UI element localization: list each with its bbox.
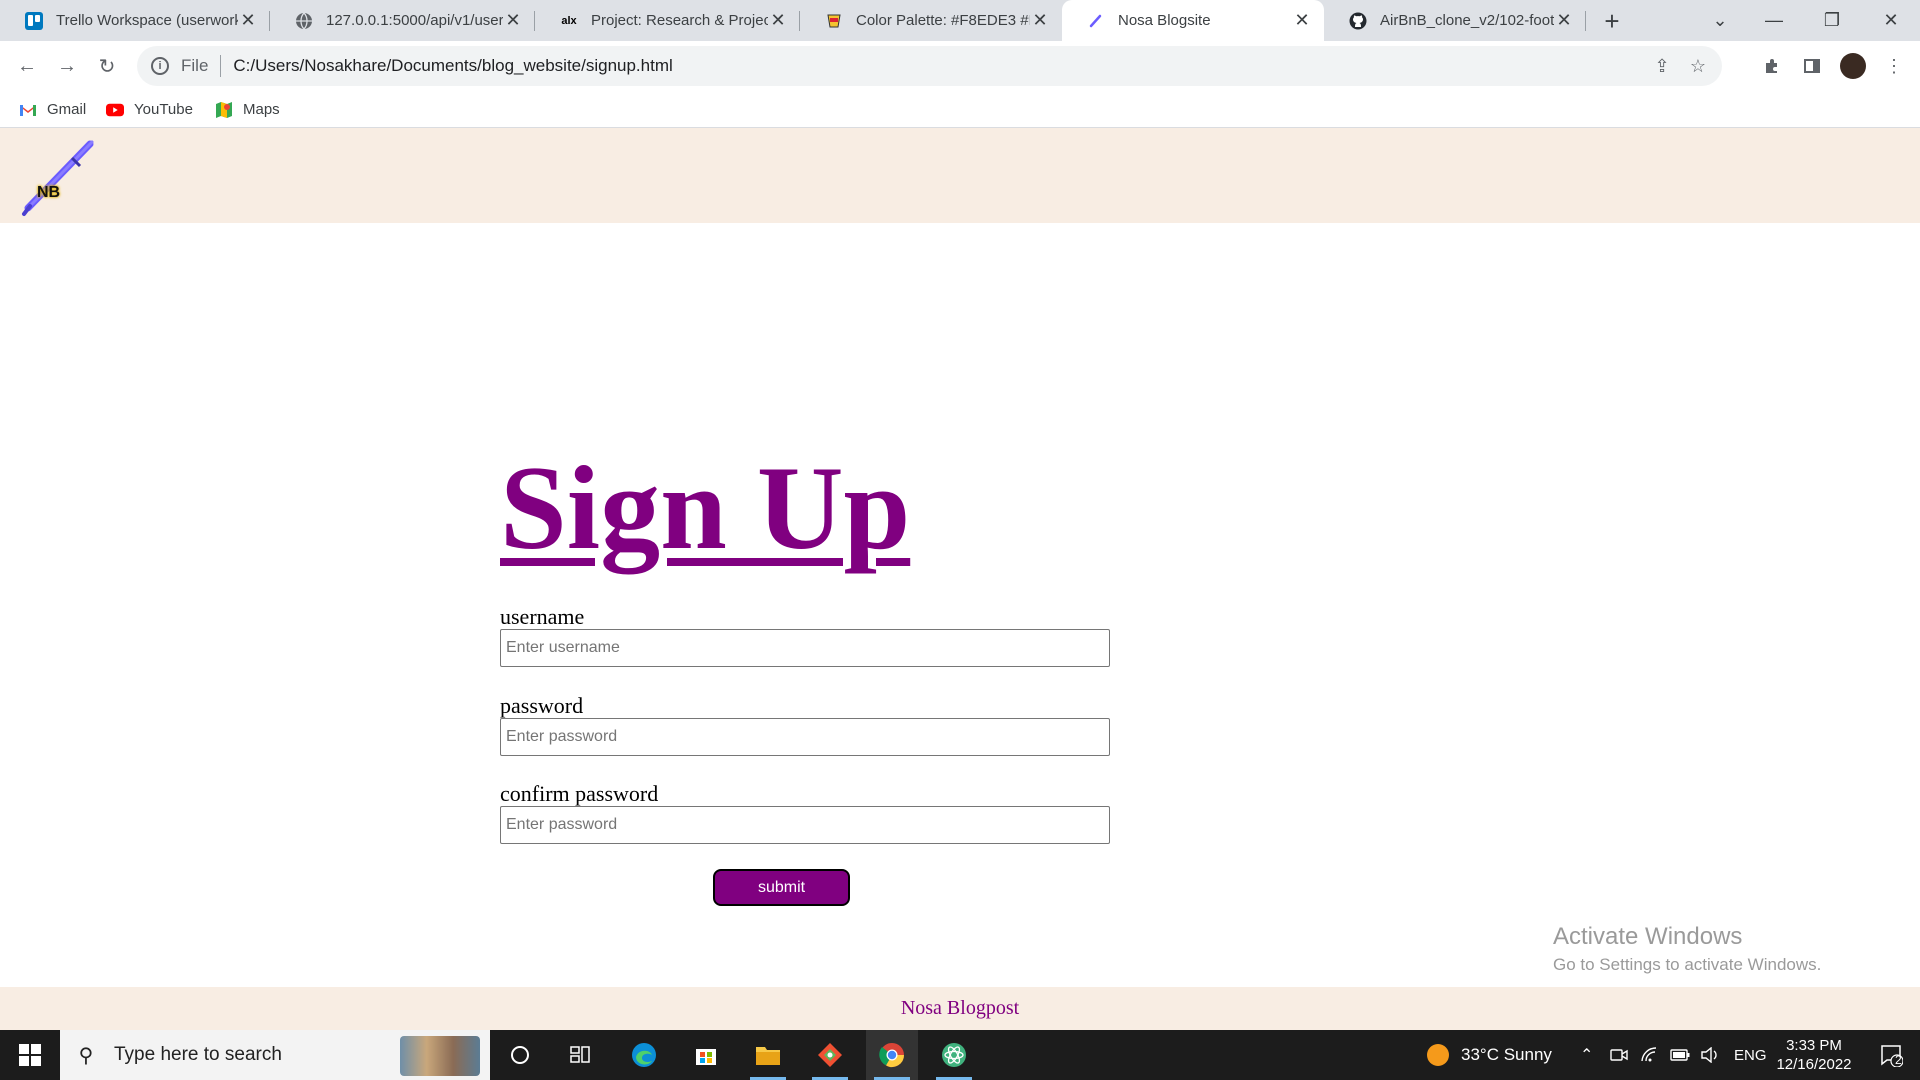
github-icon xyxy=(1348,11,1368,31)
git-client-icon[interactable] xyxy=(804,1030,856,1080)
bookmark-maps[interactable]: Maps xyxy=(215,91,280,128)
battery-icon[interactable] xyxy=(1670,1030,1690,1080)
task-view-icon[interactable] xyxy=(554,1030,606,1080)
more-menu-icon[interactable]: ⋮ xyxy=(1878,50,1910,82)
search-placeholder: Type here to search xyxy=(114,1044,282,1065)
search-icon: ⚲ xyxy=(78,1044,94,1067)
close-icon[interactable]: ✕ xyxy=(768,10,788,31)
alx-icon: alx xyxy=(561,14,577,27)
clock-date: 12/16/2022 xyxy=(1776,1056,1852,1073)
page-title: Sign Up xyxy=(500,441,911,574)
globe-icon xyxy=(294,11,314,31)
tab-label: Trello Workspace (userwork xyxy=(56,12,238,29)
confirm-password-input[interactable] xyxy=(500,806,1110,844)
cortana-icon[interactable] xyxy=(494,1030,546,1080)
close-icon[interactable]: ✕ xyxy=(1292,10,1312,31)
close-icon[interactable]: ✕ xyxy=(238,10,258,31)
url-text[interactable]: C:/Users/Nosakhare/Documents/blog_websit… xyxy=(233,56,1644,76)
forward-button[interactable]: → xyxy=(51,50,83,82)
microsoft-store-icon[interactable] xyxy=(680,1030,732,1080)
reload-button[interactable]: ↻ xyxy=(91,50,123,82)
gmail-icon xyxy=(19,101,37,119)
palette-icon xyxy=(824,11,844,31)
youtube-icon xyxy=(106,101,124,119)
submit-button[interactable]: submit xyxy=(713,869,850,906)
password-input[interactable] xyxy=(500,718,1110,756)
new-tab-button[interactable]: + xyxy=(1597,6,1627,36)
search-highlight-image xyxy=(400,1036,480,1076)
atom-editor-icon[interactable] xyxy=(928,1030,980,1080)
tab-color-palette[interactable]: Color Palette: #F8EDE3 #DF ✕ xyxy=(800,0,1062,41)
activate-windows-watermark: Activate Windows Go to Settings to activ… xyxy=(1553,925,1821,975)
system-clock[interactable]: 3:33 PM 12/16/2022 xyxy=(1768,1036,1860,1074)
site-header: NB xyxy=(0,128,1920,223)
browser-toolbar: ← → ↻ i File C:/Users/Nosakhare/Document… xyxy=(0,41,1920,91)
tab-airbnb-clone[interactable]: AirBnB_clone_v2/102-foote ✕ xyxy=(1324,0,1586,41)
window-close-button[interactable]: ✕ xyxy=(1862,0,1920,41)
profile-avatar[interactable] xyxy=(1840,53,1866,79)
web-page: NB Sign Up username password confirm pas… xyxy=(0,128,1920,1030)
tab-trello[interactable]: Trello Workspace (userwork ✕ xyxy=(0,0,270,41)
clock-time: 3:33 PM xyxy=(1786,1037,1842,1054)
back-button[interactable]: ← xyxy=(11,50,43,82)
logo-text: NB xyxy=(37,184,61,201)
sun-icon xyxy=(1427,1044,1449,1066)
bookmark-youtube[interactable]: YouTube xyxy=(106,91,193,128)
trello-icon xyxy=(24,11,44,31)
tab-search-chevron-icon[interactable]: ⌄ xyxy=(1691,0,1749,41)
address-bar[interactable]: i File C:/Users/Nosakhare/Documents/blog… xyxy=(137,46,1722,86)
taskbar-search-box[interactable]: ⚲ Type here to search xyxy=(60,1030,490,1080)
password-label: password xyxy=(500,693,584,718)
show-hidden-icons-chevron-icon[interactable]: ⌃ xyxy=(1580,1030,1593,1080)
tab-label: 127.0.0.1:5000/api/v1/users xyxy=(326,12,503,29)
weather-widget[interactable]: 33°C Sunny xyxy=(1425,1030,1552,1080)
close-icon[interactable]: ✕ xyxy=(1554,10,1574,31)
chrome-icon[interactable] xyxy=(866,1030,918,1080)
tab-nosa-blogsite[interactable]: Nosa Blogsite ✕ xyxy=(1062,0,1324,41)
windows-start-icon[interactable] xyxy=(0,1030,60,1080)
volume-icon[interactable] xyxy=(1700,1030,1720,1080)
site-logo[interactable] xyxy=(20,136,100,218)
info-icon[interactable]: i xyxy=(151,57,169,75)
tab-label: Color Palette: #F8EDE3 #DF xyxy=(856,12,1030,29)
wifi-icon[interactable] xyxy=(1640,1030,1658,1080)
bookmark-gmail[interactable]: Gmail xyxy=(19,91,86,128)
bookmark-label: Maps xyxy=(243,101,280,118)
confirm-password-label: confirm password xyxy=(500,781,659,806)
watermark-subtitle: Go to Settings to activate Windows. xyxy=(1553,955,1822,974)
minimize-button[interactable]: — xyxy=(1745,0,1803,41)
file-explorer-icon[interactable] xyxy=(742,1030,794,1080)
bookmarks-bar: Gmail YouTube Maps xyxy=(0,91,1920,128)
share-icon[interactable]: ⇪ xyxy=(1644,48,1680,84)
tab-label: AirBnB_clone_v2/102-foote xyxy=(1380,12,1554,29)
tab-label: Project: Research & Project xyxy=(591,12,768,29)
tab-api-users[interactable]: 127.0.0.1:5000/api/v1/users ✕ xyxy=(270,0,535,41)
bookmark-label: YouTube xyxy=(134,101,193,118)
pen-icon xyxy=(1086,11,1106,31)
footer-text: Nosa Blogpost xyxy=(900,997,1020,1019)
bookmark-label: Gmail xyxy=(47,101,87,118)
notification-count: 2 xyxy=(1895,1053,1902,1067)
edge-icon[interactable] xyxy=(618,1030,670,1080)
url-scheme: File xyxy=(181,56,209,75)
tab-alx-project[interactable]: alx Project: Research & Project ✕ xyxy=(535,0,800,41)
maps-icon xyxy=(215,101,233,119)
meet-now-icon[interactable] xyxy=(1610,1030,1628,1080)
watermark-title: Activate Windows xyxy=(1553,923,1743,950)
side-panel-icon[interactable] xyxy=(1796,50,1828,82)
maximize-button[interactable]: ❐ xyxy=(1803,0,1861,41)
site-footer: Nosa Blogpost xyxy=(0,987,1920,1030)
input-language[interactable]: ENG xyxy=(1734,1030,1767,1080)
username-label: username xyxy=(500,604,585,629)
username-input[interactable] xyxy=(500,629,1110,667)
close-icon[interactable]: ✕ xyxy=(1030,10,1050,31)
close-icon[interactable]: ✕ xyxy=(503,10,523,31)
weather-text: 33°C Sunny xyxy=(1461,1045,1552,1064)
bookmark-star-icon[interactable]: ☆ xyxy=(1680,48,1716,84)
notification-center-icon[interactable]: 2 xyxy=(1866,1030,1916,1080)
browser-tab-strip: Trello Workspace (userwork ✕ 127.0.0.1:5… xyxy=(0,0,1920,41)
windows-taskbar: ⚲ Type here to search 33°C Sunny ⌃ ENG 3… xyxy=(0,1030,1920,1080)
tab-label: Nosa Blogsite xyxy=(1118,12,1211,29)
extensions-icon[interactable] xyxy=(1756,50,1788,82)
